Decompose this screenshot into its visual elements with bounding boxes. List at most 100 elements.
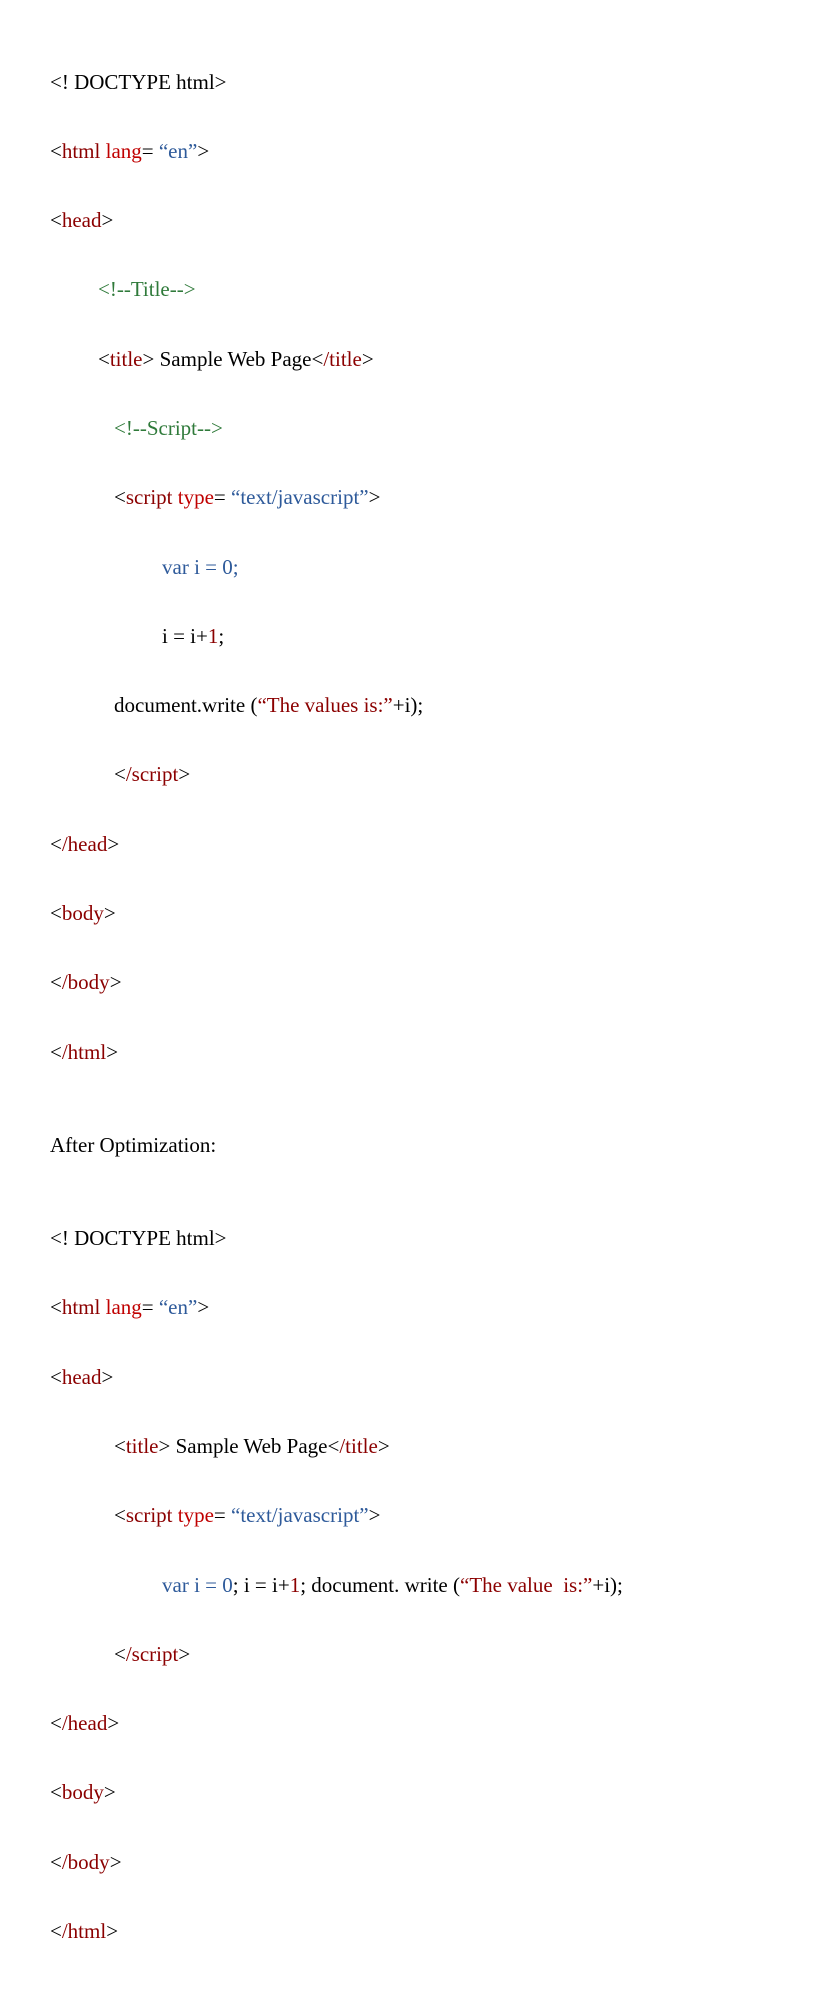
- equals: =: [214, 1503, 231, 1527]
- bracket: >: [104, 1780, 116, 1804]
- tag-name: /title: [339, 1434, 378, 1458]
- code-line: <title> Sample Web Page</title>: [50, 1429, 790, 1464]
- bracket: <: [50, 1711, 62, 1735]
- bracket: <: [114, 1642, 126, 1666]
- tag-name: html: [62, 139, 101, 163]
- equals: =: [214, 485, 231, 509]
- bracket: >: [106, 1919, 118, 1943]
- bracket: <: [50, 1040, 62, 1064]
- bracket: <: [50, 970, 62, 994]
- js-code: var i = 0: [162, 1573, 233, 1597]
- tag-name: /body: [62, 1850, 110, 1874]
- code-line: </body>: [50, 1845, 790, 1880]
- bracket: >: [106, 1040, 118, 1064]
- code-line: </script>: [50, 1637, 790, 1672]
- bracket: >: [369, 1503, 381, 1527]
- bracket: >: [104, 901, 116, 925]
- tag-name: head: [62, 208, 102, 232]
- code-line: </head>: [50, 827, 790, 862]
- code-line: </body>: [50, 965, 790, 1000]
- code-line: <html lang= “en”>: [50, 134, 790, 169]
- attr-name: lang: [106, 139, 142, 163]
- code-line: <! DOCTYPE html>: [50, 1221, 790, 1256]
- bracket: >: [362, 347, 374, 371]
- code-line: </html>: [50, 1914, 790, 1949]
- code-line: <!--Script-->: [50, 411, 790, 446]
- js-number: 1: [208, 624, 219, 648]
- tag-name: title: [126, 1434, 159, 1458]
- equals: =: [142, 139, 159, 163]
- js-string: “The value is:”: [460, 1573, 592, 1597]
- code-line: <title> Sample Web Page</title>: [50, 342, 790, 377]
- code-line: <script type= “text/javascript”>: [50, 1498, 790, 1533]
- bracket: <: [50, 1919, 62, 1943]
- js-code: +i);: [393, 693, 424, 717]
- js-string: “The values is:”: [257, 693, 392, 717]
- attr-value: “text/javascript”: [231, 1503, 369, 1527]
- code-line: <body>: [50, 1775, 790, 1810]
- bracket: >: [178, 762, 190, 786]
- code-block-before: <! DOCTYPE html> <html lang= “en”> <head…: [50, 30, 790, 1104]
- equals: =: [142, 1295, 159, 1319]
- tag-name: /html: [62, 1919, 106, 1943]
- code-line: <html lang= “en”>: [50, 1290, 790, 1325]
- bracket: >: [197, 139, 209, 163]
- tag-name: /html: [62, 1040, 106, 1064]
- bracket: >: [102, 208, 114, 232]
- js-code: ; i = i+: [233, 1573, 290, 1597]
- comment: <!--Script-->: [114, 416, 223, 440]
- bracket: <: [114, 485, 126, 509]
- js-code: ; document. write (: [300, 1573, 460, 1597]
- bracket: <: [114, 1503, 126, 1527]
- bracket: <: [50, 901, 62, 925]
- bracket: >: [107, 1711, 119, 1735]
- bracket: <: [50, 1780, 62, 1804]
- code-line: <body>: [50, 896, 790, 931]
- bracket: <: [50, 208, 62, 232]
- tag-name: /script: [126, 762, 179, 786]
- bracket: <: [50, 1295, 62, 1319]
- bracket: <: [50, 1365, 62, 1389]
- bracket: >: [102, 1365, 114, 1389]
- code-text: > Sample Web Page<: [143, 347, 324, 371]
- attr-name: type: [178, 1503, 214, 1527]
- attr-name: lang: [106, 1295, 142, 1319]
- bracket: >: [197, 1295, 209, 1319]
- tag-name: title: [110, 347, 143, 371]
- bracket: <: [114, 762, 126, 786]
- tag-name: script: [126, 1503, 173, 1527]
- bracket: >: [107, 832, 119, 856]
- tag-name: /body: [62, 970, 110, 994]
- comment: <!--Title-->: [98, 277, 196, 301]
- tag-name: body: [62, 1780, 104, 1804]
- code-line: var i = 0; i = i+1; document. write (“Th…: [50, 1568, 790, 1603]
- attr-value: “en”: [159, 139, 197, 163]
- code-line: </head>: [50, 1706, 790, 1741]
- bracket: >: [178, 1642, 190, 1666]
- attr-value: “text/javascript”: [231, 485, 369, 509]
- code-line: </html>: [50, 1035, 790, 1070]
- bracket: <: [50, 139, 62, 163]
- tag-name: /title: [323, 347, 362, 371]
- code-line: var i = 0;: [50, 550, 790, 585]
- attr-name: type: [178, 485, 214, 509]
- code-line: <head>: [50, 203, 790, 238]
- code-line: </script>: [50, 757, 790, 792]
- tag-name: html: [62, 1295, 101, 1319]
- js-code: document.write (: [114, 693, 257, 717]
- code-line: <head>: [50, 1360, 790, 1395]
- js-code: var i = 0;: [162, 555, 239, 579]
- code-line: <script type= “text/javascript”>: [50, 480, 790, 515]
- code-line: document.write (“The values is:”+i);: [50, 688, 790, 723]
- code-text: <! DOCTYPE html>: [50, 70, 227, 94]
- js-code: +i);: [592, 1573, 623, 1597]
- code-line: i = i+1;: [50, 619, 790, 654]
- code-block-after: <! DOCTYPE html> <html lang= “en”> <head…: [50, 1187, 790, 1984]
- js-code: ;: [218, 624, 224, 648]
- js-code: i = i+: [162, 624, 208, 648]
- tag-name: /script: [126, 1642, 179, 1666]
- bracket: >: [378, 1434, 390, 1458]
- tag-name: /head: [62, 832, 107, 856]
- bracket: >: [110, 1850, 122, 1874]
- tag-name: head: [62, 1365, 102, 1389]
